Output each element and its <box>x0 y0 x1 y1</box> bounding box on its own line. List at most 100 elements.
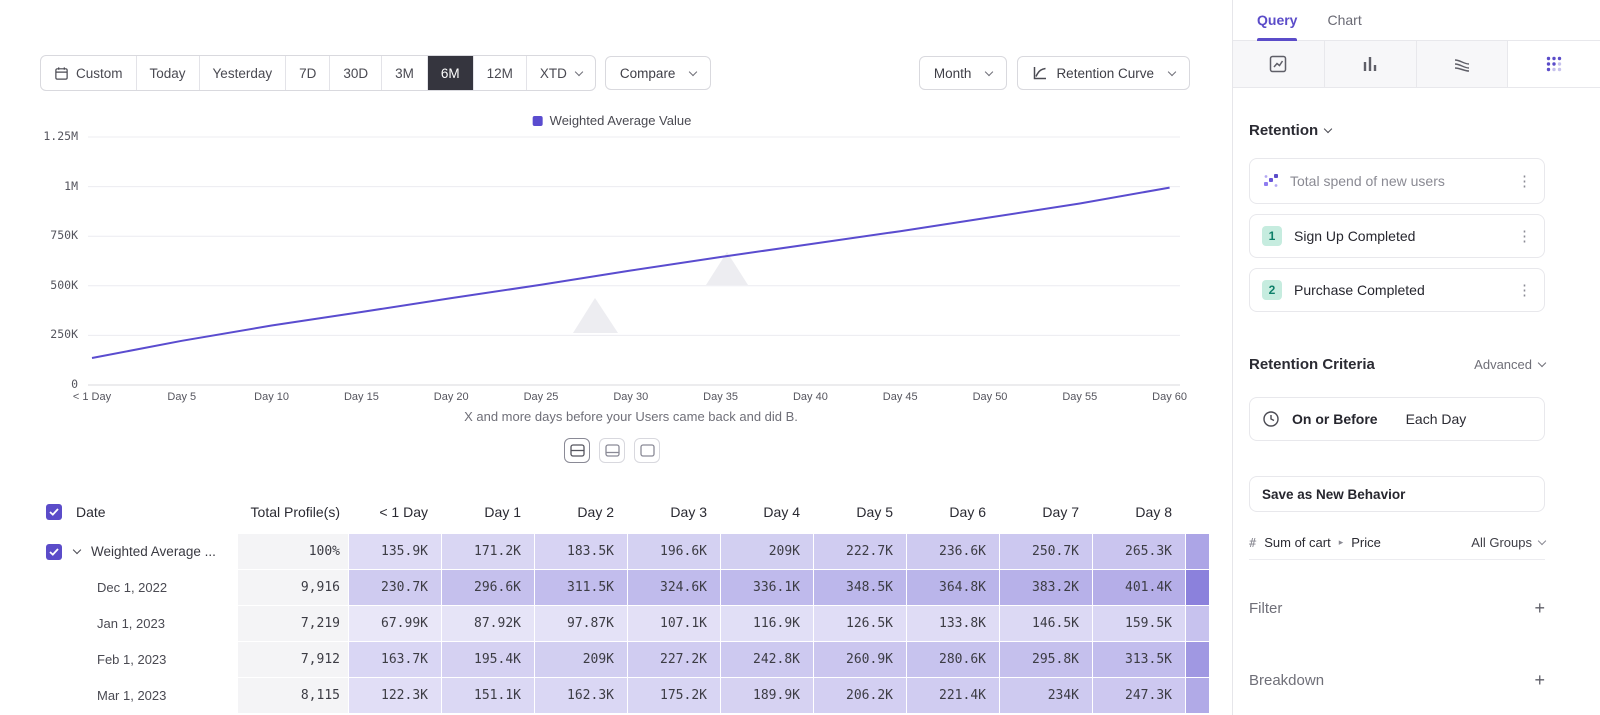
density-compact-button[interactable] <box>564 438 590 463</box>
save-behavior-button[interactable]: Save as New Behavior <box>1249 476 1545 512</box>
retention-cell[interactable]: 183.5K <box>534 534 627 569</box>
row-label[interactable]: Mar 1, 2023 <box>0 678 238 713</box>
retention-cell[interactable]: 171.2K <box>441 534 534 569</box>
retention-cell[interactable]: 126.5K <box>813 606 906 641</box>
retention-cell[interactable]: 247.3K <box>1092 678 1185 713</box>
retention-cell[interactable]: 260.9K <box>813 642 906 677</box>
chart-type-button[interactable]: Retention Curve <box>1017 56 1190 90</box>
chart-type-insights-icon[interactable] <box>1233 41 1325 87</box>
retention-cell[interactable]: 364.8K <box>906 570 999 605</box>
column-header[interactable]: Day 3 <box>627 490 720 534</box>
range-xtd[interactable]: XTD <box>526 56 595 90</box>
add-filter-icon[interactable]: + <box>1534 598 1545 619</box>
retention-cell[interactable]: 146.5K <box>999 606 1092 641</box>
retention-cell[interactable]: 209K <box>720 534 813 569</box>
funnel-step-1[interactable]: 1Sign Up Completed⋮ <box>1249 214 1545 258</box>
retention-cell[interactable]: 135.9K <box>348 534 441 569</box>
row-label[interactable]: Weighted Average ... <box>0 534 238 569</box>
density-medium-button[interactable] <box>599 438 625 463</box>
column-header[interactable]: Date <box>0 490 238 534</box>
chart-type-retention-icon[interactable] <box>1508 41 1600 87</box>
retention-cell[interactable]: 67.99K <box>348 606 441 641</box>
expand-chevron-icon[interactable] <box>73 546 81 554</box>
row-label[interactable]: Feb 1, 2023 <box>0 642 238 677</box>
retention-cell[interactable]: 122.3K <box>348 678 441 713</box>
retention-cell[interactable]: 87.92K <box>441 606 534 641</box>
chart-legend[interactable]: Weighted Average Value <box>533 113 692 128</box>
measurement-label[interactable]: Sum of cart <box>1264 535 1330 550</box>
breakdown-section[interactable]: Breakdown + <box>1249 666 1545 694</box>
measurement-row[interactable]: # Sum of cart ▸ Price All Groups <box>1249 526 1545 560</box>
range-custom[interactable]: Custom <box>41 56 136 90</box>
retention-cell[interactable]: 189.9K <box>720 678 813 713</box>
checkbox[interactable] <box>46 504 62 520</box>
retention-cell[interactable]: 313.5K <box>1092 642 1185 677</box>
density-tall-button[interactable] <box>634 438 660 463</box>
step-event-label[interactable]: Purchase Completed <box>1294 282 1505 298</box>
retention-cell[interactable]: 163.7K <box>348 642 441 677</box>
column-header[interactable]: Day 6 <box>906 490 999 534</box>
range-yesterday[interactable]: Yesterday <box>199 56 286 90</box>
retention-cell[interactable]: 222.7K <box>813 534 906 569</box>
behavior-card[interactable]: Total spend of new users ⋮ <box>1249 158 1545 204</box>
retention-cell[interactable]: 221.4K <box>906 678 999 713</box>
column-header[interactable]: Day 8 <box>1092 490 1185 534</box>
measurement-property[interactable]: Price <box>1351 535 1381 550</box>
range-3m[interactable]: 3M <box>381 56 427 90</box>
retention-cell[interactable]: 348.5K <box>813 570 906 605</box>
row-label[interactable]: Dec 1, 2022 <box>0 570 238 605</box>
retention-chart[interactable] <box>40 130 1190 392</box>
column-header[interactable]: Day 1 <box>441 490 534 534</box>
column-header[interactable]: Day 5 <box>813 490 906 534</box>
criteria-row[interactable]: On or Before Each Day <box>1249 397 1545 441</box>
retention-cell[interactable]: 265.3K <box>1092 534 1185 569</box>
retention-cell[interactable]: 195.4K <box>441 642 534 677</box>
range-today[interactable]: Today <box>136 56 199 90</box>
retention-cell[interactable]: 206.2K <box>813 678 906 713</box>
retention-cell[interactable]: 209K <box>534 642 627 677</box>
retention-cell[interactable]: 280.6K <box>906 642 999 677</box>
add-breakdown-icon[interactable]: + <box>1534 670 1545 691</box>
criteria-mode-dropdown[interactable]: Advanced <box>1474 357 1545 372</box>
funnel-step-2[interactable]: 2Purchase Completed⋮ <box>1249 268 1545 312</box>
retention-cell[interactable]: 196.6K <box>627 534 720 569</box>
retention-cell[interactable]: 133.8K <box>906 606 999 641</box>
retention-cell[interactable]: 107.1K <box>627 606 720 641</box>
retention-cell[interactable]: 175.2K <box>627 678 720 713</box>
criteria-frequency[interactable]: Each Day <box>1406 411 1467 427</box>
column-header[interactable]: < 1 Day <box>348 490 441 534</box>
criteria-condition[interactable]: On or Before <box>1292 411 1378 427</box>
retention-cell[interactable]: 324.6K <box>627 570 720 605</box>
retention-cell[interactable]: 242.8K <box>720 642 813 677</box>
retention-cell[interactable]: 227.2K <box>627 642 720 677</box>
kebab-icon[interactable]: ⋮ <box>1517 174 1532 189</box>
column-header[interactable]: Day 2 <box>534 490 627 534</box>
retention-cell[interactable]: 296.6K <box>441 570 534 605</box>
retention-cell[interactable]: 250.7K <box>999 534 1092 569</box>
range-7d[interactable]: 7D <box>285 56 329 90</box>
retention-cell[interactable]: 401.4K <box>1092 570 1185 605</box>
query-type-dropdown[interactable]: Retention <box>1249 122 1331 139</box>
retention-cell[interactable]: 159.5K <box>1092 606 1185 641</box>
row-label[interactable]: Jan 1, 2023 <box>0 606 238 641</box>
tab-chart[interactable]: Chart <box>1327 0 1361 41</box>
retention-cell[interactable]: 234K <box>999 678 1092 713</box>
column-header[interactable]: Day 7 <box>999 490 1092 534</box>
tab-query[interactable]: Query <box>1257 0 1297 41</box>
retention-cell[interactable]: 236.6K <box>906 534 999 569</box>
retention-cell[interactable]: 295.8K <box>999 642 1092 677</box>
compare-button[interactable]: Compare <box>605 56 712 90</box>
retention-cell[interactable]: 230.7K <box>348 570 441 605</box>
retention-cell[interactable]: 162.3K <box>534 678 627 713</box>
range-6m[interactable]: 6M <box>427 56 473 90</box>
filter-section[interactable]: Filter + <box>1249 594 1545 622</box>
step-event-label[interactable]: Sign Up Completed <box>1294 228 1505 244</box>
retention-cell[interactable]: 383.2K <box>999 570 1092 605</box>
column-header[interactable]: Day 4 <box>720 490 813 534</box>
retention-cell[interactable]: 151.1K <box>441 678 534 713</box>
retention-cell[interactable]: 311.5K <box>534 570 627 605</box>
checkbox[interactable] <box>46 544 62 560</box>
granularity-button[interactable]: Month <box>919 56 1008 90</box>
range-30d[interactable]: 30D <box>329 56 381 90</box>
column-header[interactable]: Total Profile(s) <box>238 490 348 534</box>
